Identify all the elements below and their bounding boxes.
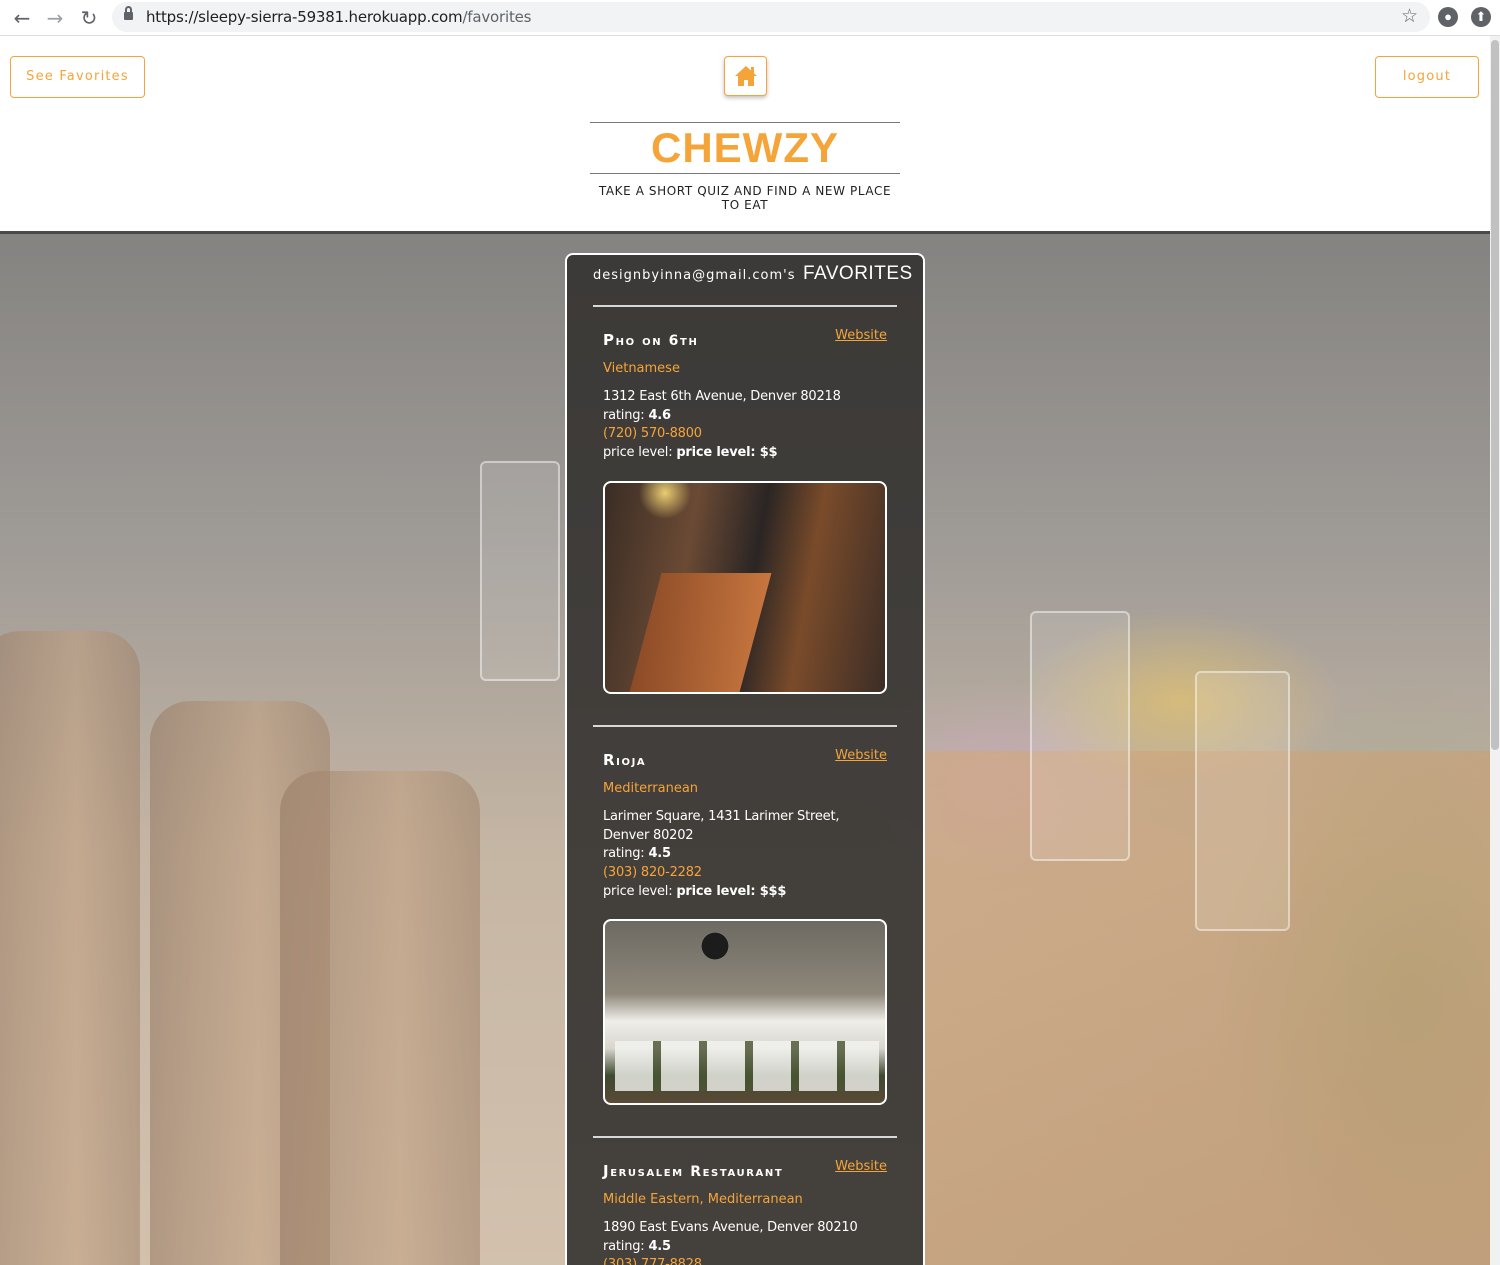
- rating-value: 4.6: [648, 407, 671, 423]
- logo-block: CHEWZY TAKE A SHORT QUIZ AND FIND A NEW …: [590, 122, 900, 212]
- divider: [593, 725, 897, 727]
- logo-rule-bottom: [590, 173, 900, 174]
- favorites-card: designbyinna@gmail.com's FAVORITES Pho o…: [565, 253, 925, 1265]
- see-favorites-button[interactable]: See Favorites: [10, 56, 145, 98]
- url-text[interactable]: https://sleepy-sierra-59381.herokuapp.co…: [146, 8, 531, 26]
- extension-icon[interactable]: ⬆: [1471, 7, 1491, 27]
- lock-icon: [124, 6, 133, 21]
- phone-number[interactable]: (303) 820-2282: [603, 864, 887, 883]
- cuisine-label: Middle Eastern, Mediterranean: [603, 1192, 803, 1207]
- divider: [593, 1136, 897, 1138]
- address: 1890 East Evans Avenue, Denver 80210: [603, 1220, 858, 1235]
- address: Larimer Square, 1431 Larimer Street, Den…: [603, 809, 840, 843]
- rating: rating: 4.5: [603, 845, 887, 864]
- logout-button[interactable]: logout: [1375, 56, 1479, 98]
- rating-label: rating:: [603, 1238, 645, 1254]
- browser-toolbar: ← → ↻ https://sleepy-sierra-59381.heroku…: [0, 0, 1500, 36]
- site-header: See Favorites logout CHEWZY TAKE A SHORT…: [0, 36, 1490, 231]
- scrollbar-thumb[interactable]: [1491, 40, 1499, 750]
- price-level: price level: price level: $$$: [603, 883, 887, 902]
- restaurant-details: 1312 East 6th Avenue, Denver 80218 ratin…: [603, 388, 887, 463]
- restaurant-photo: [603, 481, 887, 694]
- price-label: price level:: [603, 883, 673, 899]
- home-button[interactable]: [724, 56, 767, 96]
- rating-value: 4.5: [648, 846, 671, 862]
- cuisine-label: Vietnamese: [603, 361, 680, 376]
- tagline: TAKE A SHORT QUIZ AND FIND A NEW PLACE T…: [598, 184, 892, 212]
- restaurant-item: Rioja Website Mediterranean Larimer Squa…: [603, 748, 887, 902]
- rating-label: rating:: [603, 846, 645, 862]
- price-value: price level: $$$: [676, 883, 787, 899]
- rating-label: rating:: [603, 407, 645, 423]
- reload-icon[interactable]: ↻: [77, 6, 101, 30]
- cuisine-label: Mediterranean: [603, 781, 699, 796]
- address-bar[interactable]: https://sleepy-sierra-59381.herokuapp.co…: [112, 2, 1430, 32]
- address: 1312 East 6th Avenue, Denver 80218: [603, 389, 841, 404]
- user-email: designbyinna@gmail.com's: [593, 268, 796, 283]
- rating: rating: 4.6: [603, 407, 887, 426]
- restaurant-details: Larimer Square, 1431 Larimer Street, Den…: [603, 808, 887, 902]
- website-link[interactable]: Website: [835, 1159, 887, 1174]
- price-value: price level: $$: [676, 445, 778, 461]
- favorites-title: FAVORITES: [802, 263, 913, 284]
- restaurant-details: 1890 East Evans Avenue, Denver 80210 rat…: [603, 1219, 887, 1265]
- website-link[interactable]: Website: [835, 748, 887, 763]
- url-host: https://sleepy-sierra-59381.herokuapp.co…: [146, 8, 463, 26]
- phone-number[interactable]: (303) 777-8828: [603, 1256, 887, 1265]
- restaurant-photo: [603, 919, 887, 1105]
- rating-value: 4.5: [648, 1238, 671, 1254]
- phone-number[interactable]: (720) 570-8800: [603, 425, 887, 444]
- rating: rating: 4.5: [603, 1238, 887, 1257]
- back-arrow-icon[interactable]: ←: [10, 6, 34, 30]
- home-icon: [735, 66, 757, 86]
- restaurant-item: Pho on 6th Website Vietnamese 1312 East …: [603, 328, 887, 463]
- price-label: price level:: [603, 445, 673, 461]
- url-path: /favorites: [462, 8, 532, 26]
- website-link[interactable]: Website: [835, 328, 887, 343]
- price-level: price level: price level: $$: [603, 444, 887, 463]
- star-icon[interactable]: ☆: [1401, 5, 1418, 28]
- forward-arrow-icon[interactable]: →: [43, 6, 67, 30]
- favorites-heading: designbyinna@gmail.com's FAVORITES: [593, 263, 913, 285]
- restaurant-item: Jerusalem Restaurant Website Middle East…: [603, 1159, 887, 1265]
- profile-icon[interactable]: ●: [1438, 7, 1458, 27]
- divider: [593, 305, 897, 307]
- logo[interactable]: CHEWZY: [590, 123, 900, 173]
